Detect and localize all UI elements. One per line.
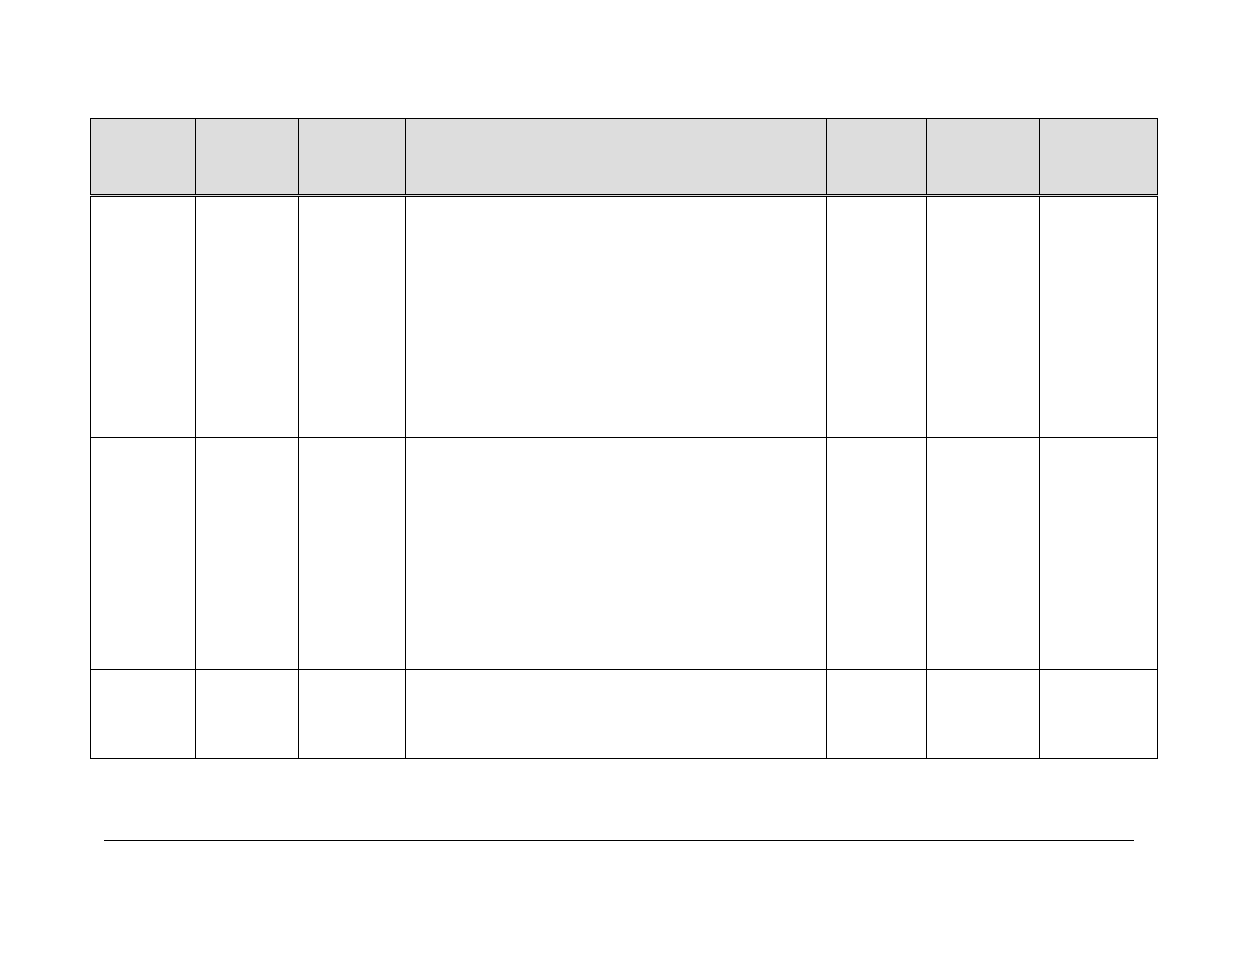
table-cell [827,196,927,438]
table-row [91,196,1158,438]
table-cell [91,196,196,438]
table-cell [299,196,406,438]
table-cell [91,438,196,670]
table-header-cell [196,119,299,196]
table-cell [406,196,827,438]
table-header-cell [91,119,196,196]
table-header-cell [827,119,927,196]
table-cell [827,438,927,670]
document-page [0,0,1235,954]
table-cell [927,196,1040,438]
data-table [90,118,1158,759]
table-header-row [91,119,1158,196]
table-cell [196,438,299,670]
table-cell [299,670,406,759]
table-cell [406,670,827,759]
table-cell [827,670,927,759]
table-cell [196,670,299,759]
table-cell [299,438,406,670]
table-header-cell [299,119,406,196]
table-cell [1040,196,1158,438]
table-cell [406,438,827,670]
table-row [91,670,1158,759]
table-header-cell [927,119,1040,196]
table-row [91,438,1158,670]
table-cell [91,670,196,759]
table-header-cell [1040,119,1158,196]
footer-divider [104,840,1134,841]
table-cell [927,670,1040,759]
table-cell [1040,438,1158,670]
table-header-cell [406,119,827,196]
table-cell [927,438,1040,670]
table-cell [196,196,299,438]
table-cell [1040,670,1158,759]
